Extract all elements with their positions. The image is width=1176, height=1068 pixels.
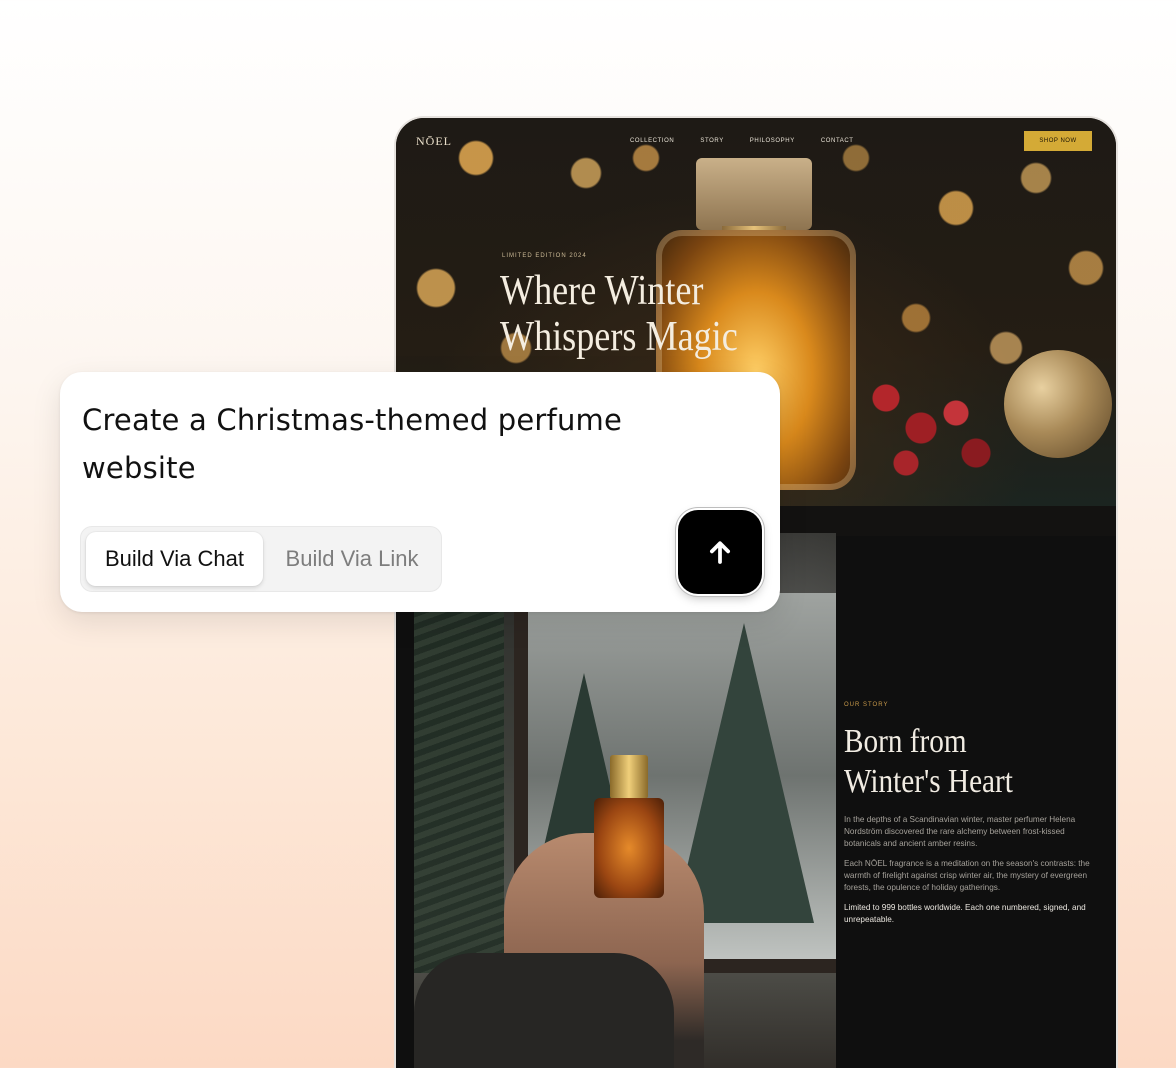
sleeve-image [414,953,674,1068]
build-via-chat-button[interactable]: Build Via Chat [86,532,263,586]
site-nav-links: COLLECTION STORY PHILOSOPHY CONTACT [630,138,854,144]
gold-ornament-image [1004,350,1112,458]
pine-branch-image [414,573,504,973]
nav-link-collection[interactable]: COLLECTION [630,138,674,144]
story-photo [414,533,836,1068]
nav-link-story[interactable]: STORY [700,138,723,144]
story-title-line: Winter's Heart [844,763,1013,800]
hero-title: Where Winter Whispers Magic [500,268,758,360]
nav-link-contact[interactable]: CONTACT [821,138,854,144]
hero-title-line: Where Winter [500,268,704,314]
prompt-input[interactable]: Create a Christmas-themed perfume websit… [82,396,722,492]
story-title: Born from Winter's Heart [844,722,1068,802]
hero-title-line: Whispers Magic [500,314,738,360]
site-logo[interactable]: NŌEL [416,134,452,149]
prompt-card: Create a Christmas-themed perfume websit… [60,372,780,612]
hero-kicker: LIMITED EDITION 2024 [502,253,587,259]
site-navbar: NŌEL COLLECTION STORY PHILOSOPHY CONTACT… [396,118,1116,164]
perfume-bottle-cap-image [696,158,812,230]
arrow-up-icon [710,541,730,564]
holly-berries-image [866,368,1006,478]
shop-now-button[interactable]: SHOP NOW [1024,131,1092,151]
nav-link-philosophy[interactable]: PHILOSOPHY [750,138,795,144]
build-via-link-button[interactable]: Build Via Link [267,532,437,586]
story-title-line: Born from [844,723,967,760]
story-paragraph-highlight: Limited to 999 bottles worldwide. Each o… [844,903,1086,924]
build-mode-toggle: Build Via Chat Build Via Link [80,526,442,592]
story-kicker: OUR STORY [844,702,889,708]
send-button[interactable] [678,510,762,594]
story-paragraph: In the depths of a Scandinavian winter, … [844,815,1076,848]
held-bottle-cap-image [610,755,648,799]
story-paragraph: Each NŌEL fragrance is a meditation on t… [844,859,1090,892]
held-perfume-bottle-image [594,798,664,898]
